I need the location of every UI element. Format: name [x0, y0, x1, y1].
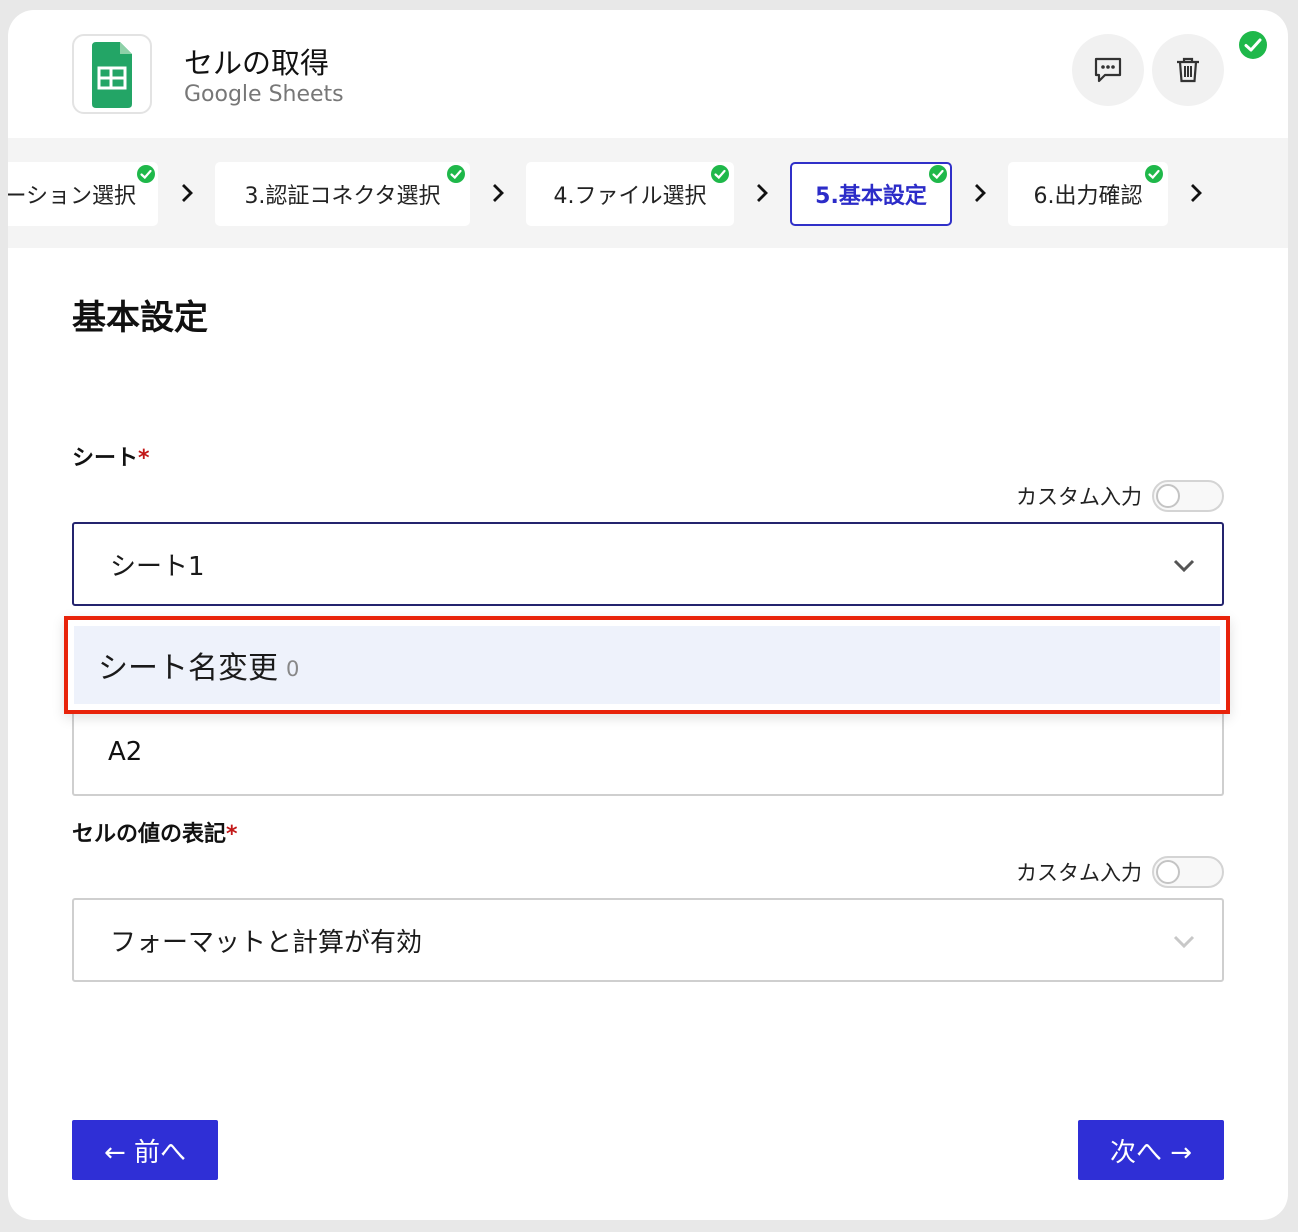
value-format-select[interactable]: フォーマットと計算が有効	[72, 898, 1224, 982]
chevron-right-icon	[757, 184, 768, 202]
comment-icon	[1094, 57, 1122, 83]
sheet-field-label: シート*	[72, 440, 150, 472]
cell-range-input[interactable]: A2	[72, 710, 1224, 796]
step-label: 6.出力確認	[1033, 184, 1143, 209]
value-format-field-label: セルの値の表記*	[72, 816, 238, 848]
chevron-right-icon	[182, 184, 193, 202]
prev-button[interactable]: ← 前へ	[72, 1120, 218, 1180]
step-panel: セルの取得 Google Sheets ケーション選択 3.認証コネクタ選択	[8, 10, 1288, 1220]
app-icon	[72, 34, 152, 114]
chevron-right-icon	[975, 184, 986, 202]
check-circle-icon	[1239, 31, 1267, 59]
comment-button[interactable]	[1072, 34, 1144, 106]
step-label: 3.認証コネクタ選択	[244, 184, 441, 209]
page-title: セルの取得	[184, 46, 330, 80]
sheet-custom-input-row: カスタム入力	[1016, 480, 1224, 512]
cell-range-value: A2	[108, 737, 143, 767]
prev-button-label: ← 前へ	[103, 1137, 187, 1168]
value-format-custom-input-toggle[interactable]	[1152, 856, 1224, 888]
value-format-label-text: セルの値の表記	[72, 822, 227, 847]
section-title: 基本設定	[72, 298, 208, 338]
chevron-down-icon	[1173, 935, 1195, 949]
check-circle-icon	[137, 165, 155, 183]
custom-input-label: カスタム入力	[1016, 485, 1142, 509]
step-label: 4.ファイル選択	[553, 184, 707, 209]
option-label: シート名変更	[98, 651, 278, 686]
dropdown-option-rename-sheet[interactable]: シート名変更 0	[74, 626, 1220, 704]
sheet-select-value: シート1	[110, 551, 205, 582]
sheet-custom-input-toggle[interactable]	[1152, 480, 1224, 512]
step-navigation: ケーション選択 3.認証コネクタ選択 4.ファイル選択 5.基本設定 6.出力確…	[8, 138, 1288, 248]
next-button-label: 次へ →	[1109, 1137, 1193, 1168]
value-format-select-value: フォーマットと計算が有効	[110, 927, 423, 958]
chevron-right-icon	[493, 184, 504, 202]
step-label: ケーション選択	[8, 184, 136, 209]
sheet-select[interactable]: シート1	[72, 522, 1224, 606]
next-button[interactable]: 次へ →	[1078, 1120, 1224, 1180]
value-format-custom-input-row: カスタム入力	[1016, 856, 1224, 888]
google-sheets-icon	[92, 42, 132, 108]
step-file-select[interactable]: 4.ファイル選択	[526, 162, 734, 226]
app-name: Google Sheets	[184, 82, 344, 107]
required-mark: *	[226, 822, 238, 847]
sheet-dropdown-menu: シート名変更 0	[64, 616, 1230, 714]
delete-button[interactable]	[1152, 34, 1224, 106]
check-circle-icon	[447, 165, 465, 183]
step-auth-connector[interactable]: 3.認証コネクタ選択	[215, 162, 470, 226]
required-mark: *	[138, 446, 150, 471]
chevron-right-icon[interactable]	[1185, 182, 1207, 204]
check-circle-icon	[711, 165, 729, 183]
check-circle-icon	[929, 165, 947, 183]
trash-icon	[1177, 57, 1199, 83]
option-count: 0	[286, 657, 300, 681]
chevron-down-icon	[1173, 559, 1195, 573]
custom-input-label: カスタム入力	[1016, 861, 1142, 885]
sheet-label-text: シート	[72, 446, 139, 471]
step-label: 5.基本設定	[815, 184, 927, 209]
toggle-knob	[1156, 860, 1180, 884]
toggle-knob	[1156, 484, 1180, 508]
check-circle-icon	[1145, 165, 1163, 183]
